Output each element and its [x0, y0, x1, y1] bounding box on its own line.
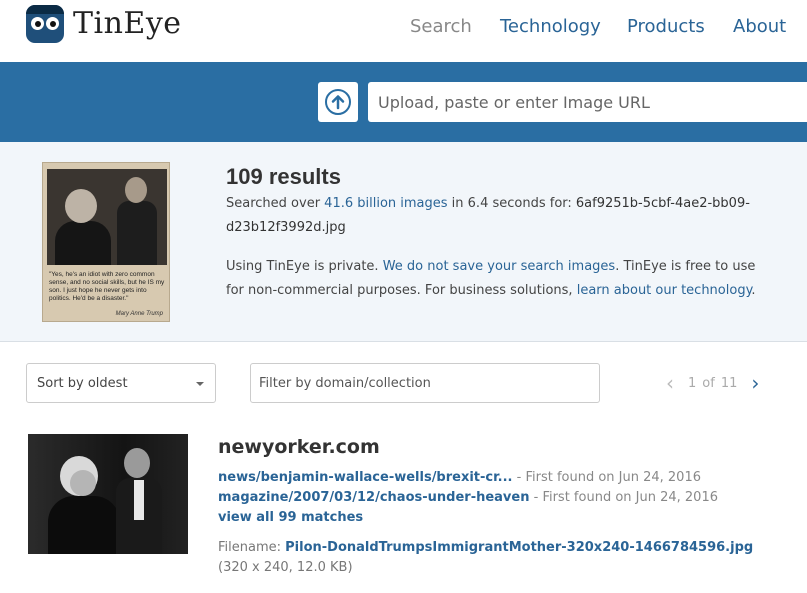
match-item: magazine/2007/03/12/chaos-under-heaven -…	[218, 490, 718, 505]
match-link[interactable]: magazine/2007/03/12/chaos-under-heaven	[218, 490, 529, 505]
view-all-matches-link[interactable]: view all 99 matches	[218, 510, 363, 525]
nav-search[interactable]: Search	[410, 16, 472, 37]
result-dimensions: (320 x 240, 12.0 KB)	[218, 560, 353, 575]
searched-prefix: Searched over	[226, 196, 325, 211]
image-url-input[interactable]	[368, 82, 807, 122]
sort-label: Sort by oldest	[37, 375, 128, 391]
tineye-logo[interactable]: TinEye	[26, 4, 182, 44]
domain-filter-input[interactable]	[250, 363, 600, 403]
chevron-right-icon[interactable]: ›	[751, 373, 759, 393]
business-link[interactable]: learn about our technology	[577, 283, 752, 298]
privacy-link[interactable]: We do not save your search images	[383, 259, 616, 274]
caret-down-icon	[196, 382, 204, 386]
nav-about[interactable]: About	[733, 16, 786, 37]
match-item: news/benjamin-wallace-wells/brexit-cr...…	[218, 470, 701, 485]
match-found-date: - First found on Jun 24, 2016	[512, 470, 701, 485]
query-photo	[47, 169, 167, 265]
result-domain: newyorker.com	[218, 436, 380, 458]
query-image-signature: Mary Anne Trump	[115, 311, 163, 317]
query-image[interactable]: "Yes, he's an idiot with zero common sen…	[42, 162, 170, 322]
chevron-left-icon[interactable]: ‹	[666, 373, 674, 393]
results-count: 109 results	[226, 164, 341, 189]
filename-link[interactable]: Pilon-DonaldTrumpsImmigrantMother-320x24…	[285, 540, 753, 555]
brand-name: TinEye	[73, 6, 182, 41]
searched-middle: in 6.4 seconds for:	[447, 196, 576, 211]
search-stats: Searched over 41.6 billion images in 6.4…	[226, 192, 766, 240]
privacy-prefix: Using TinEye is private.	[226, 259, 383, 274]
result-thumbnail[interactable]	[28, 434, 188, 554]
match-found-date: - First found on Jun 24, 2016	[529, 490, 718, 505]
result-filename: Filename: Pilon-DonaldTrumpsImmigrantMot…	[218, 540, 753, 555]
results-summary: "Yes, he's an idiot with zero common sen…	[0, 142, 807, 342]
match-link[interactable]: news/benjamin-wallace-wells/brexit-cr...	[218, 470, 513, 485]
current-page: 1	[688, 375, 697, 391]
privacy-notice: Using TinEye is private. We do not save …	[226, 255, 776, 303]
total-pages: 11	[720, 375, 738, 391]
filename-label: Filename:	[218, 540, 286, 555]
search-bar	[0, 62, 807, 142]
robot-logo-icon	[26, 5, 64, 43]
pagination: ‹ 1 of 11 ›	[666, 372, 759, 394]
page-of-label: of	[702, 375, 715, 391]
nav-technology[interactable]: Technology	[500, 16, 601, 37]
images-count-link[interactable]: 41.6 billion images	[324, 196, 447, 211]
site-header: TinEye Search Technology Products About	[0, 0, 807, 62]
upload-button[interactable]	[318, 82, 358, 122]
privacy-suffix: .	[751, 283, 756, 298]
upload-arrow-icon	[325, 89, 351, 115]
sort-dropdown[interactable]: Sort by oldest	[26, 363, 216, 403]
query-image-caption: "Yes, he's an idiot with zero common sen…	[49, 271, 165, 302]
nav-products[interactable]: Products	[627, 16, 705, 37]
